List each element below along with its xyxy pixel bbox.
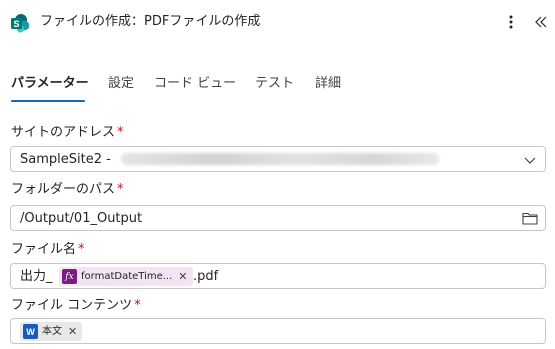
- double-chevron-left-icon: [535, 16, 547, 28]
- file-name-label: ファイル名 *: [11, 242, 85, 257]
- dynamic-content-token[interactable]: W 本文 ✕: [20, 322, 83, 341]
- more-vertical-icon: [509, 15, 513, 29]
- svg-text:S: S: [13, 19, 19, 29]
- tab-code-view[interactable]: コード ビュー: [154, 76, 236, 92]
- remove-token-icon[interactable]: ✕: [68, 325, 77, 338]
- panel-header: S ファイルの作成：PDFファイルの作成: [0, 0, 555, 44]
- collapse-panel-button[interactable]: [533, 12, 549, 32]
- required-marker: *: [117, 125, 124, 140]
- file-name-prefix: 出力_: [20, 269, 53, 284]
- required-marker: *: [117, 182, 124, 197]
- redacted-site-url: [121, 153, 439, 165]
- expression-token[interactable]: fx formatDateTime... ✕: [59, 267, 193, 286]
- expression-token-label: formatDateTime...: [81, 270, 173, 282]
- tab-details[interactable]: 詳細: [315, 76, 341, 92]
- remove-token-icon[interactable]: ✕: [178, 270, 187, 283]
- dynamic-content-token-label: 本文: [42, 325, 62, 337]
- folder-path-input[interactable]: /Output/01_Output: [10, 205, 546, 231]
- required-marker: *: [134, 298, 141, 313]
- folder-path-label: フォルダーのパス *: [11, 182, 124, 197]
- file-content-input[interactable]: W 本文 ✕: [10, 318, 546, 344]
- tab-test[interactable]: テスト: [255, 76, 294, 92]
- folder-path-value: /Output/01_Output: [20, 211, 143, 226]
- required-marker: *: [78, 242, 85, 257]
- tab-settings[interactable]: 設定: [108, 76, 134, 92]
- file-name-input[interactable]: 出力_ fx formatDateTime... ✕ .pdf: [10, 263, 546, 289]
- site-address-value: SampleSite2 -: [20, 152, 111, 167]
- file-name-suffix: .pdf: [193, 269, 219, 284]
- page-title: ファイルの作成：PDFファイルの作成: [40, 14, 261, 29]
- file-content-label: ファイル コンテンツ *: [11, 298, 141, 313]
- folder-icon[interactable]: [522, 211, 538, 225]
- site-address-label: サイトのアドレス *: [11, 125, 124, 140]
- sharepoint-icon: S: [10, 13, 30, 33]
- chevron-down-icon: [524, 157, 536, 164]
- site-address-dropdown[interactable]: SampleSite2 -: [10, 146, 546, 172]
- tab-parameters[interactable]: パラメーター: [11, 76, 89, 92]
- more-options-button[interactable]: [503, 12, 519, 32]
- word-icon: W: [23, 324, 38, 339]
- tab-list: パラメーター 設定 コード ビュー テスト 詳細: [0, 70, 555, 104]
- function-icon: fx: [62, 269, 77, 284]
- active-tab-indicator: [11, 100, 85, 102]
